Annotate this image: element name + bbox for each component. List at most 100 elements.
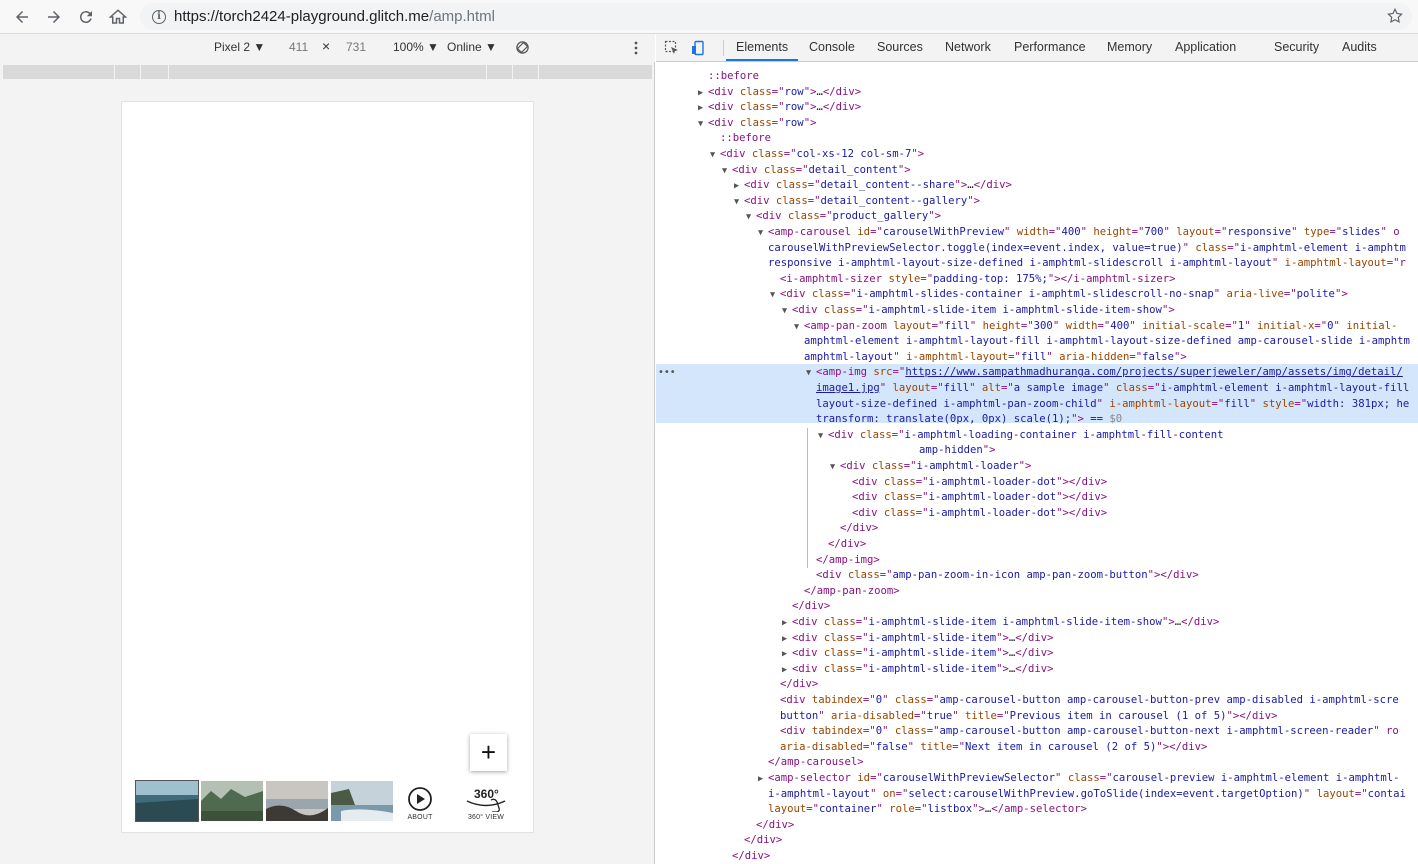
tab-network[interactable]: Network — [945, 40, 991, 54]
dom-node-line[interactable]: <div tabindex="0" class="amp-carousel-bu… — [770, 693, 1399, 709]
address-bar[interactable]: i https://torch2424-playground.glitch.me… — [140, 3, 1412, 30]
collapse-triangle-icon[interactable]: ▼ — [746, 210, 756, 226]
collapse-triangle-icon[interactable]: ▼ — [710, 148, 720, 164]
device-toggle-icon[interactable] — [691, 40, 707, 56]
dom-node-line[interactable]: </div> — [770, 677, 818, 693]
collapse-triangle-icon[interactable]: ▼ — [794, 320, 804, 336]
collapse-triangle-icon[interactable]: ▼ — [758, 226, 768, 242]
dom-node-line[interactable]: ▼ <amp-carousel id="carouselWithPreview" … — [758, 225, 1400, 241]
dom-node-line[interactable]: ▶ <div class="i-amphtml-slide-item">…</di… — [782, 631, 1054, 647]
dom-node-line[interactable]: </amp-img> — [806, 553, 880, 569]
tab-performance[interactable]: Performance — [1014, 40, 1086, 54]
expand-triangle-icon[interactable]: ▶ — [782, 663, 792, 679]
thumbnail-3[interactable] — [266, 781, 328, 821]
dom-node-line[interactable]: button" aria-disabled="true" title="Prev… — [770, 709, 1278, 725]
dom-node-line[interactable]: ::before — [698, 69, 759, 85]
dom-node-line[interactable]: ▶ <div class="row">…</div> — [698, 85, 861, 101]
tab-console[interactable]: Console — [809, 40, 855, 54]
dom-node-line[interactable]: </amp-carousel> — [758, 755, 864, 771]
reload-icon[interactable] — [70, 1, 102, 33]
dom-node-line[interactable]: image1.jpg" layout="fill" alt="a sample … — [806, 381, 1409, 397]
view360-button[interactable]: 360° 360° VIEW — [464, 786, 508, 821]
thumbnail-1[interactable] — [135, 780, 199, 822]
dom-node-line[interactable]: </div> — [818, 537, 866, 553]
expand-triangle-icon[interactable]: ▶ — [734, 179, 744, 195]
tab-security[interactable]: Security — [1274, 40, 1319, 54]
expand-triangle-icon[interactable]: ▶ — [782, 616, 792, 632]
dom-node-line[interactable]: ▶ <div class="i-amphtml-slide-item">…</di… — [782, 646, 1054, 662]
dom-node-line[interactable]: ▼ <div class="detail_content"> — [722, 163, 911, 179]
forward-arrow-icon[interactable] — [38, 1, 70, 33]
collapse-triangle-icon[interactable]: ▼ — [734, 195, 744, 211]
dom-node-line[interactable]: <div tabindex="0" class="amp-carousel-bu… — [770, 724, 1399, 740]
expand-triangle-icon[interactable]: ▶ — [782, 632, 792, 648]
expand-triangle-icon[interactable]: ▶ — [758, 772, 768, 788]
dom-node-line[interactable]: layout-size-defined i-amphtml-pan-zoom-c… — [806, 397, 1409, 413]
dom-node-line[interactable]: ▶ <amp-selector id="carouselWithPreviewSe… — [758, 771, 1399, 787]
dom-node-line[interactable]: layout="container" role="listbox">…</amp… — [758, 802, 1087, 818]
tab-sources[interactable]: Sources — [877, 40, 923, 54]
dom-node-line[interactable]: ▶ <div class="detail_content--share">…</d… — [734, 178, 1012, 194]
collapse-triangle-icon[interactable]: ▼ — [770, 288, 780, 304]
dom-node-line[interactable]: ▼ <div class="product_gallery"> — [746, 209, 941, 225]
collapse-triangle-icon[interactable]: ▼ — [830, 460, 840, 476]
zoom-in-button[interactable]: + — [470, 734, 507, 771]
dom-node-line[interactable]: ::before — [710, 131, 771, 147]
expand-triangle-icon[interactable]: ▶ — [698, 101, 708, 117]
zoom-select[interactable]: 100% ▼ — [393, 40, 439, 54]
dom-node-line[interactable]: ▼ <div class="col-xs-12 col-sm-7"> — [710, 147, 924, 163]
expand-triangle-icon[interactable]: ▶ — [698, 86, 708, 102]
dom-node-line[interactable]: responsive i-amphtml-layout-size-defined… — [758, 256, 1406, 272]
dom-node-line[interactable]: carouselWithPreviewSelector.toggle(index… — [758, 241, 1406, 257]
width-input[interactable]: 411 — [289, 40, 308, 54]
dom-node-line[interactable]: amphtml-element i-amphtml-layout-fill i-… — [794, 334, 1410, 350]
dom-node-line[interactable]: amphtml-layout" i-amphtml-layout="fill" … — [794, 350, 1187, 366]
thumbnail-4[interactable] — [331, 781, 393, 821]
dom-node-line[interactable]: </div> — [830, 521, 878, 537]
dom-node-line[interactable]: transform: translate(0px, 0px) scale(1);… — [806, 412, 1122, 428]
dom-node-line[interactable]: <i-amphtml-sizer style="padding-top: 175… — [770, 272, 1175, 288]
info-icon[interactable]: i — [152, 9, 166, 24]
dom-node-line[interactable]: ▼ <div class="i-amphtml-slide-item i-amph… — [782, 303, 1175, 319]
dom-node-line[interactable]: ▼ <amp-img src="https://www.sampathmadhur… — [806, 365, 1403, 381]
inspect-element-icon[interactable] — [664, 40, 680, 56]
dom-node-line[interactable]: aria-disabled="false" title="Next item i… — [770, 740, 1207, 756]
dom-node-line[interactable]: ▼ <div class="i-amphtml-loader"> — [830, 459, 1031, 475]
tab-audits[interactable]: Audits — [1342, 40, 1377, 54]
more-options-icon[interactable] — [632, 40, 640, 56]
home-icon[interactable] — [102, 1, 134, 33]
dom-node-line[interactable]: <div class="i-amphtml-loader-dot"></div> — [842, 475, 1107, 491]
collapse-triangle-icon[interactable]: ▼ — [782, 304, 792, 320]
back-arrow-icon[interactable] — [6, 1, 38, 33]
thumbnail-2[interactable] — [201, 781, 263, 821]
dom-node-line[interactable]: <div class="i-amphtml-loader-dot"></div> — [842, 506, 1107, 522]
tab-application[interactable]: Application — [1175, 40, 1236, 54]
rotate-icon[interactable] — [515, 40, 530, 55]
dom-node-line[interactable]: ▼ <div class="detail_content--gallery"> — [734, 194, 980, 210]
collapse-triangle-icon[interactable]: ▼ — [818, 429, 828, 445]
collapse-triangle-icon[interactable]: ▼ — [698, 117, 708, 133]
dom-node-line[interactable]: <div class="amp-pan-zoom-in-icon amp-pan… — [806, 568, 1199, 584]
expand-triangle-icon[interactable]: ▶ — [782, 647, 792, 663]
dom-node-line[interactable]: </div> — [734, 833, 782, 849]
network-throttle-select[interactable]: Online ▼ — [447, 40, 497, 54]
tab-elements[interactable]: Elements — [736, 40, 788, 54]
dom-node-line[interactable]: ▼ <amp-pan-zoom layout="fill" height="300… — [794, 319, 1397, 335]
height-input[interactable]: 731 — [346, 40, 366, 54]
dom-node-line[interactable]: ▼ <div class="i-amphtml-slides-container … — [770, 287, 1348, 303]
dom-node-line[interactable]: </amp-pan-zoom> — [794, 584, 900, 600]
device-select[interactable]: Pixel 2 ▼ — [214, 40, 265, 54]
dom-node-line[interactable]: ▼ <div class="i-amphtml-loading-container… — [818, 428, 1223, 444]
dom-node-line[interactable]: ▶ <div class="i-amphtml-slide-item">…</di… — [782, 662, 1054, 678]
about-button[interactable]: ABOUT — [407, 786, 433, 821]
tab-memory[interactable]: Memory — [1107, 40, 1152, 54]
dom-node-line[interactable]: ▶ <div class="row">…</div> — [698, 100, 861, 116]
dom-node-line[interactable]: ▶ <div class="i-amphtml-slide-item i-amph… — [782, 615, 1219, 631]
dom-node-line[interactable]: amp-hidden"> — [909, 443, 996, 459]
dom-node-line[interactable]: </div> — [746, 818, 794, 834]
dom-node-line[interactable]: </div> — [722, 849, 770, 864]
collapse-triangle-icon[interactable]: ▼ — [722, 164, 732, 180]
dom-node-line[interactable]: </div> — [782, 599, 830, 615]
dom-node-line[interactable]: <div class="i-amphtml-loader-dot"></div> — [842, 490, 1107, 506]
node-actions-icon[interactable]: ••• — [658, 365, 676, 381]
